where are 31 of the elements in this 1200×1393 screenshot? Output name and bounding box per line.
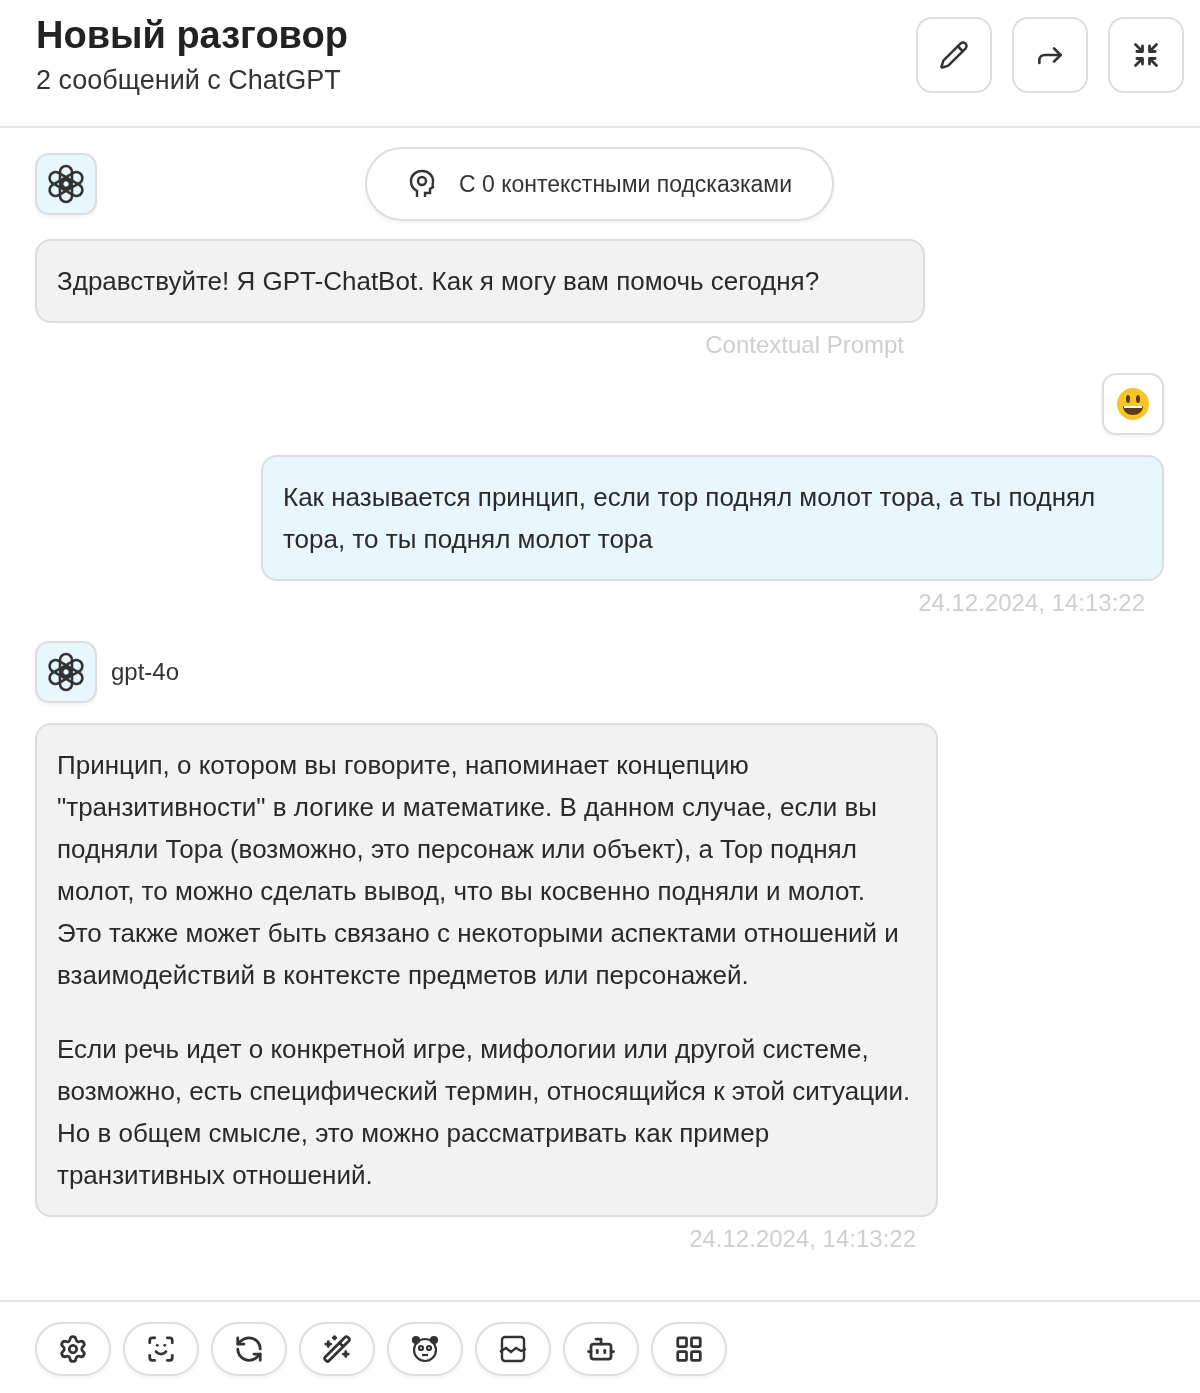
context-chip[interactable]: С 0 контекстными подсказками	[365, 147, 834, 221]
magic-wand-icon	[322, 1334, 352, 1364]
tool-button[interactable]	[387, 1322, 463, 1376]
image-frame-icon	[498, 1334, 528, 1364]
collapse-button[interactable]	[1108, 17, 1184, 93]
tool-button[interactable]	[475, 1322, 551, 1376]
scan-icon	[146, 1334, 176, 1364]
knot-logo-icon	[45, 651, 87, 693]
message-text: Если речь идет о конкретной игре, мифологии или другой системе, возможно, есть специфический термин, относящийся к этой ситуации. Но в общем смысле, это можно рассматривать как пример транзитивных отношений.	[57, 1033, 912, 1192]
message-text: Как называется принцип, если тор поднял молот тора, а ты поднял тора, то ты поднял молот тора	[283, 481, 1097, 556]
model-name: gpt-4o	[111, 658, 180, 686]
bear-face-icon	[410, 1334, 440, 1364]
pencil-icon	[939, 40, 969, 70]
smiley-icon	[1116, 387, 1150, 421]
message-text: Здравствуйте! Я GPT-ChatBot. Как я могу вам помочь сегодня?	[57, 265, 821, 298]
chat-title: Новый разговор	[36, 14, 348, 57]
tool-button[interactable]	[211, 1322, 287, 1376]
tool-button[interactable]	[563, 1322, 639, 1376]
edit-button[interactable]	[916, 17, 992, 93]
share-button[interactable]	[1012, 17, 1088, 93]
tool-button[interactable]	[299, 1322, 375, 1376]
tool-button[interactable]	[123, 1322, 199, 1376]
tool-button[interactable]	[651, 1322, 727, 1376]
tool-button[interactable]	[35, 1322, 111, 1376]
knot-logo-icon	[45, 163, 87, 205]
refresh-icon	[234, 1334, 264, 1364]
grid-icon	[674, 1334, 704, 1364]
chat-subtitle: 2 сообщений с ChatGPT	[36, 65, 342, 96]
collapse-icon	[1132, 41, 1160, 69]
message-text: Принцип, о котором вы говорите, напоминает концепцию "транзитивности" в логике и математике. В данном случае, если вы подняли Тора (возможно, это персонаж или объект), а Тор поднял молот, то можно сделать вывод, что вы косвенно подняли и молот. Это также может быть связано с некоторыми аспектами отношений и взаимодействий в контексте предметов или персонажей.	[57, 749, 900, 992]
settings-icon	[58, 1334, 88, 1364]
